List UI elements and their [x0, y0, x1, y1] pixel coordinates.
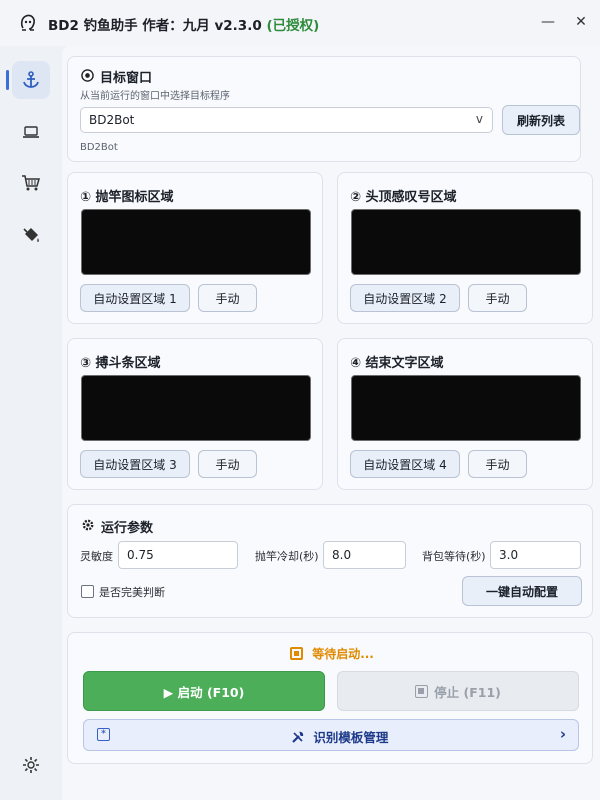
gear-icon: [82, 519, 94, 531]
region-title: ② 头顶感叹号区域: [350, 190, 457, 205]
target-window-title: 目标窗口: [100, 71, 153, 86]
region-title: ③ 搏斗条区域: [80, 356, 161, 371]
auto-set-region-button[interactable]: 自动设置区域 4: [350, 450, 460, 478]
sidebar-item-shop[interactable]: [12, 164, 50, 202]
manual-region-button[interactable]: 手动: [198, 284, 257, 312]
manual-region-button[interactable]: 手动: [468, 450, 527, 478]
target-window-card: 目标窗口 从当前运行的窗口中选择目标程序 BD2Bot v 刷新列表 BD2Bo…: [67, 56, 581, 162]
target-window-subtitle: 从当前运行的窗口中选择目标程序: [80, 91, 230, 102]
template-management-label: 识别模板管理: [313, 730, 389, 745]
perfect-judgement-label: 是否完美判断: [99, 586, 165, 599]
run-params-card: 运行参数 灵敏度 抛竿冷却(秒) 背包等待(秒) 是否完美判断 一键自动配置: [67, 504, 593, 618]
refresh-list-button[interactable]: 刷新列表: [502, 105, 580, 135]
manual-region-label: 手动: [215, 457, 240, 472]
template-management-button[interactable]: * 识别模板管理 ›: [83, 719, 579, 751]
target-window-select[interactable]: BD2Bot v: [80, 107, 493, 133]
laptop-icon: [23, 126, 39, 138]
main-content: 目标窗口 从当前运行的窗口中选择目标程序 BD2Bot v 刷新列表 BD2Bo…: [62, 46, 600, 800]
auto-set-region-button[interactable]: 自动设置区域 1: [80, 284, 190, 312]
target-icon: [81, 69, 94, 82]
app-logo-icon: [20, 14, 35, 31]
sidebar-item-laptop[interactable]: [12, 113, 50, 151]
region-card-4: ④ 结束文字区域 自动设置区域 4 手动: [337, 338, 593, 490]
region-card-2: ② 头顶感叹号区域 自动设置区域 2 手动: [337, 172, 593, 324]
stop-icon: [415, 684, 429, 698]
manual-region-label: 手动: [215, 291, 240, 306]
current-target-label: BD2Bot: [80, 142, 118, 153]
template-icon: *: [97, 728, 110, 741]
window-title-text: BD2 钓鱼助手 作者：九月 v2.3.0: [48, 18, 262, 34]
auto-set-region-label: 自动设置区域 1: [93, 291, 177, 306]
manual-region-label: 手动: [485, 291, 510, 306]
status-text: 等待启动...: [312, 647, 374, 661]
close-icon: ✕: [575, 14, 587, 30]
region-preview: [81, 209, 311, 275]
sensitivity-label: 灵敏度: [80, 550, 113, 563]
stop-label: 停止 (F11): [434, 684, 501, 700]
perfect-judgement-checkbox[interactable]: [81, 585, 94, 598]
manual-region-label: 手动: [485, 457, 510, 472]
window-title: BD2 钓鱼助手 作者：九月 v2.3.0 (已授权): [48, 14, 319, 34]
paint-bucket-icon: [23, 228, 39, 242]
settings-button[interactable]: [12, 746, 50, 784]
run-params-title: 运行参数: [101, 521, 154, 536]
bag-wait-label: 背包等待(秒): [422, 550, 486, 563]
gear-icon: [23, 757, 39, 773]
auto-set-region-label: 自动设置区域 2: [363, 291, 447, 306]
region-preview: [81, 375, 311, 441]
anchor-icon: [23, 71, 39, 88]
cooldown-input[interactable]: [323, 541, 406, 569]
sidebar: [0, 46, 62, 800]
active-indicator: [6, 70, 9, 90]
sidebar-item-fishing[interactable]: [6, 61, 50, 99]
title-bar: BD2 钓鱼助手 作者：九月 v2.3.0 (已授权) — ✕: [0, 0, 600, 46]
auto-set-region-button[interactable]: 自动设置区域 2: [350, 284, 460, 312]
template-management-text: 识别模板管理: [291, 727, 388, 746]
pause-icon: [290, 647, 303, 660]
region-card-1: ① 抛竿图标区域 自动设置区域 1 手动: [67, 172, 323, 324]
minimize-button[interactable]: —: [533, 8, 563, 36]
manual-region-button[interactable]: 手动: [198, 450, 257, 478]
region-preview: [351, 375, 581, 441]
auto-set-region-label: 自动设置区域 4: [363, 457, 447, 472]
chevron-right-icon: ›: [559, 725, 566, 743]
refresh-list-label: 刷新列表: [516, 113, 565, 128]
license-status: (已授权): [266, 18, 320, 34]
stop-button[interactable]: 停止 (F11): [337, 671, 579, 711]
cart-icon: [22, 175, 40, 191]
control-card: 等待启动... ▶ 启动 (F10) 停止 (F11) * 识别模板管理 ›: [67, 632, 593, 764]
auto-set-region-label: 自动设置区域 3: [93, 457, 177, 472]
tools-icon: [292, 731, 304, 743]
region-card-3: ③ 搏斗条区域 自动设置区域 3 手动: [67, 338, 323, 490]
close-button[interactable]: ✕: [566, 8, 596, 36]
start-label: ▶ 启动 (F10): [163, 684, 245, 700]
auto-set-region-button[interactable]: 自动设置区域 3: [80, 450, 190, 478]
region-title: ① 抛竿图标区域: [80, 190, 174, 205]
auto-config-button[interactable]: 一键自动配置: [462, 576, 582, 606]
start-button[interactable]: ▶ 启动 (F10): [83, 671, 325, 711]
auto-config-label: 一键自动配置: [485, 584, 558, 599]
cooldown-label: 抛竿冷却(秒): [255, 550, 319, 563]
sidebar-item-tools[interactable]: [12, 216, 50, 254]
minimize-icon: —: [541, 14, 555, 30]
bag-wait-input[interactable]: [490, 541, 581, 569]
chevron-down-icon: v: [475, 112, 483, 126]
target-window-selected: BD2Bot: [89, 113, 135, 127]
region-preview: [351, 209, 581, 275]
sensitivity-input[interactable]: [118, 541, 238, 569]
manual-region-button[interactable]: 手动: [468, 284, 527, 312]
status-indicator: 等待启动...: [290, 645, 374, 662]
region-title: ④ 结束文字区域: [350, 356, 444, 371]
